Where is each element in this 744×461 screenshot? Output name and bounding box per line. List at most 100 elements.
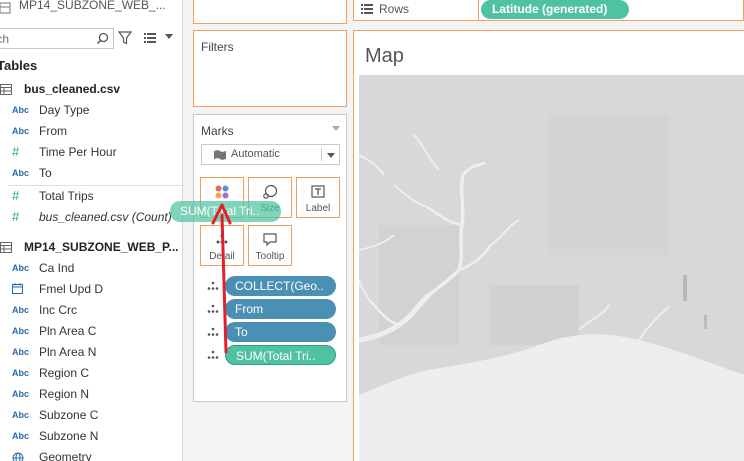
marks-card: Marks Automatic Size Label Detail Toolti…: [193, 114, 347, 402]
detail-icon: [207, 350, 219, 359]
field-total-trips[interactable]: # Total Trips: [0, 187, 182, 207]
datasource-name[interactable]: MP14_SUBZONE_WEB_...: [19, 0, 166, 12]
string-type-icon: Abc: [12, 263, 30, 273]
table-name: MP14_SUBZONE_WEB_P...: [24, 240, 179, 254]
field-name: Day Type: [39, 103, 90, 117]
calendar-icon: [12, 283, 23, 294]
field-name: Region C: [39, 366, 90, 380]
table-icon: [0, 84, 12, 95]
field-name: Fmel Upd D: [39, 282, 104, 296]
list-view-icon[interactable]: [144, 33, 156, 43]
worksheet-view: Map: [353, 30, 744, 461]
table-header-mp14-subzone[interactable]: MP14_SUBZONE_WEB_P...: [0, 238, 182, 258]
field-name: Subzone N: [39, 429, 99, 443]
chevron-down-icon: [327, 153, 335, 158]
chevron-down-icon[interactable]: [332, 126, 340, 131]
field-inc-crc[interactable]: Abc Inc Crc: [0, 301, 182, 321]
field-name: Time Per Hour: [39, 145, 117, 159]
field-name: From: [39, 124, 67, 138]
color-icon: [215, 185, 229, 199]
field-from[interactable]: Abc From: [0, 122, 182, 142]
search-input[interactable]: [0, 31, 81, 46]
field-time-per-hour[interactable]: # Time Per Hour: [0, 143, 182, 163]
label-label: Label: [305, 203, 331, 214]
string-type-icon: Abc: [12, 431, 30, 441]
filter-icon[interactable]: [118, 31, 132, 45]
tooltip-button[interactable]: Tooltip: [248, 225, 292, 266]
field-region-c[interactable]: Abc Region C: [0, 364, 182, 384]
label-icon: [311, 185, 325, 198]
field-day-type[interactable]: Abc Day Type: [0, 101, 182, 121]
tooltip-icon: [263, 233, 277, 247]
search-icon[interactable]: [96, 32, 109, 45]
field-pln-area-n[interactable]: Abc Pln Area N: [0, 343, 182, 363]
map-background: [359, 75, 744, 461]
rows-shelf[interactable]: Rows Latitude (generated): [353, 0, 744, 21]
string-type-icon: Abc: [12, 326, 30, 336]
size-icon: [263, 184, 278, 199]
number-type-icon: #: [12, 209, 20, 224]
label-button[interactable]: Label: [296, 177, 340, 218]
field-geometry[interactable]: Geometry: [0, 448, 182, 461]
field-fmel-upd-d[interactable]: Fmel Upd D: [0, 280, 182, 300]
shelf-divider: [478, 0, 479, 20]
field-ca-ind[interactable]: Abc Ca Ind: [0, 259, 182, 279]
to-pill[interactable]: To: [225, 322, 336, 342]
datasource-icon: [0, 2, 11, 14]
detail-button[interactable]: Detail: [200, 225, 244, 266]
tableau-workspace: MP14_SUBZONE_WEB_... Tables bus_cleaned.…: [0, 0, 744, 461]
filters-card[interactable]: Filters: [193, 30, 347, 107]
detail-label: Detail: [209, 251, 235, 262]
rows-label: Rows: [379, 2, 410, 16]
string-type-icon: Abc: [12, 389, 30, 399]
dragging-pill-ghost: SUM(Total Tri..: [170, 201, 281, 222]
string-type-icon: Abc: [12, 368, 30, 378]
field-subzone-c[interactable]: Abc Subzone C: [0, 406, 182, 426]
field-region-n[interactable]: Abc Region N: [0, 385, 182, 405]
field-count[interactable]: # bus_cleaned.csv (Count): [0, 208, 182, 228]
field-name: Pln Area C: [39, 324, 97, 338]
tooltip-label: Tooltip: [255, 251, 285, 262]
field-name: bus_cleaned.csv (Count): [39, 210, 172, 224]
chevron-down-icon[interactable]: [165, 34, 173, 40]
pages-card[interactable]: [193, 0, 347, 24]
field-name: Pln Area N: [39, 345, 97, 359]
dropdown-divider: [321, 148, 322, 161]
marks-title: Marks: [201, 124, 234, 138]
automatic-mark-icon: [214, 150, 226, 160]
mark-type-dropdown[interactable]: Automatic: [201, 144, 340, 165]
rows-icon: [361, 4, 373, 14]
from-pill[interactable]: From: [225, 299, 336, 319]
field-pln-area-c[interactable]: Abc Pln Area C: [0, 322, 182, 342]
field-to[interactable]: Abc To: [0, 164, 182, 184]
globe-icon: [12, 452, 24, 461]
filters-title: Filters: [201, 40, 234, 54]
search-row: [0, 28, 182, 50]
map-canvas[interactable]: [359, 75, 744, 461]
field-name: Ca Ind: [39, 261, 75, 275]
sheet-title[interactable]: Map: [365, 45, 404, 68]
table-header-bus-cleaned[interactable]: bus_cleaned.csv: [0, 80, 182, 100]
latitude-pill[interactable]: Latitude (generated): [481, 0, 629, 19]
string-type-icon: Abc: [12, 347, 30, 357]
number-type-icon: #: [12, 188, 20, 203]
field-name: Total Trips: [39, 189, 94, 203]
field-name: Geometry: [39, 450, 92, 461]
number-type-icon: #: [12, 144, 20, 159]
mark-type-label: Automatic: [231, 148, 280, 160]
detail-icon: [207, 327, 219, 336]
dimension-measure-divider: [8, 185, 182, 186]
field-name: To: [39, 166, 52, 180]
tables-heading: Tables: [0, 58, 38, 73]
string-type-icon: Abc: [12, 168, 30, 178]
string-type-icon: Abc: [12, 105, 30, 115]
detail-icon: [216, 234, 228, 244]
collect-geometry-pill[interactable]: COLLECT(Geo..: [225, 276, 336, 296]
string-type-icon: Abc: [12, 305, 30, 315]
string-type-icon: Abc: [12, 410, 30, 420]
sum-total-trips-pill[interactable]: SUM(Total Tri..: [225, 345, 336, 365]
field-name: Subzone C: [39, 408, 99, 422]
search-box[interactable]: [0, 28, 114, 49]
datasource-header[interactable]: MP14_SUBZONE_WEB_...: [0, 0, 182, 20]
field-subzone-n[interactable]: Abc Subzone N: [0, 427, 182, 447]
